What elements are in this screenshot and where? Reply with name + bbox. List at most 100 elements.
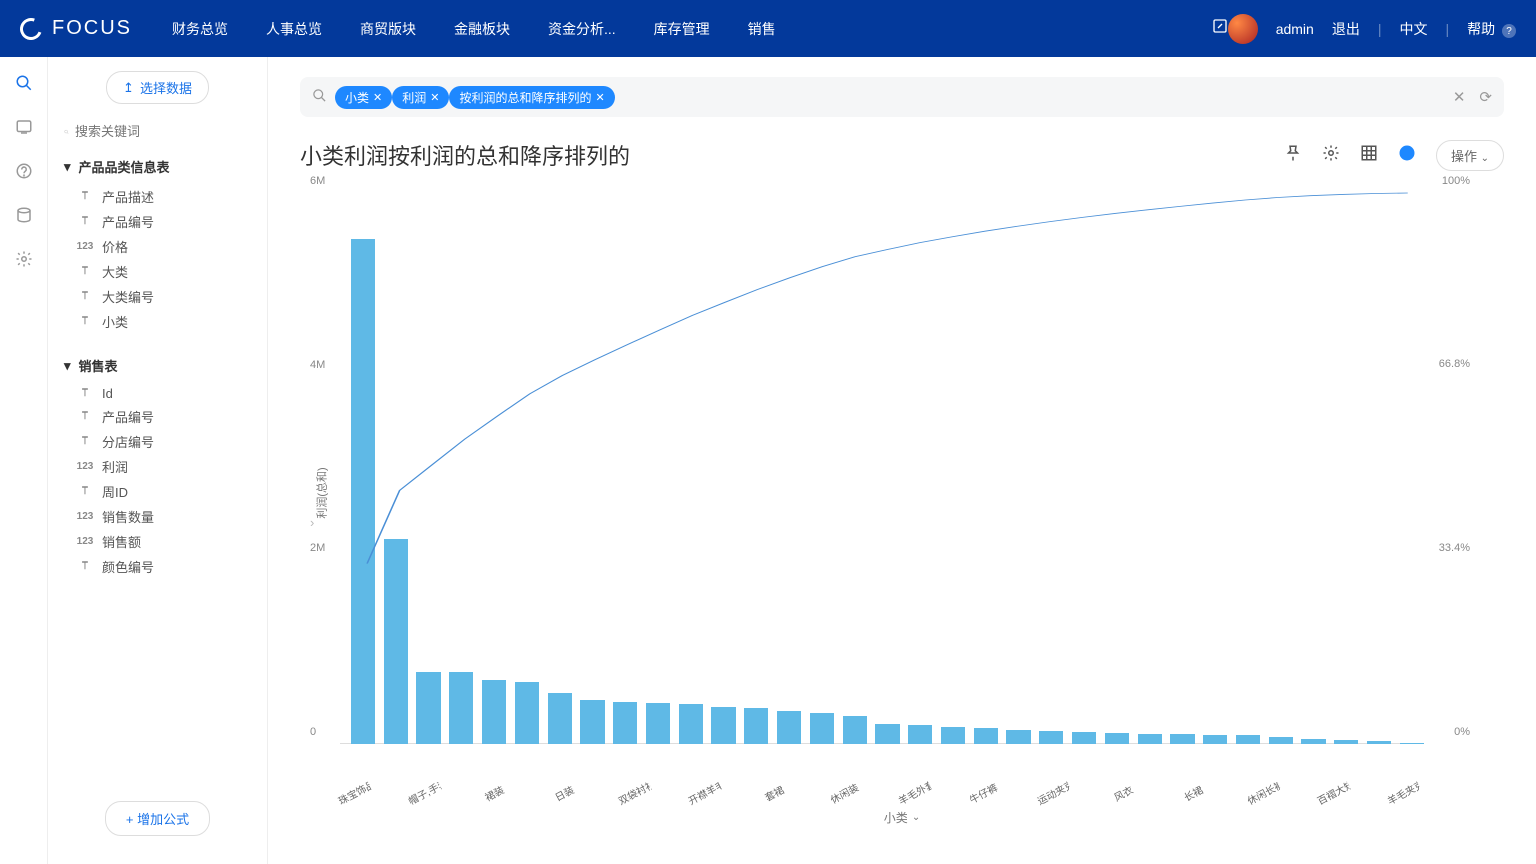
- nav-item[interactable]: 金融板块: [454, 19, 510, 39]
- close-icon[interactable]: ✕: [373, 91, 382, 104]
- tree-field[interactable]: ⟙产品编号: [64, 404, 251, 429]
- select-data-button[interactable]: ↥ 选择数据: [106, 71, 209, 104]
- query-chip[interactable]: 利润 ✕: [392, 86, 449, 109]
- data-rail-icon[interactable]: [14, 205, 34, 225]
- brand-text: FOCUS: [52, 17, 132, 40]
- tree-field[interactable]: 123价格: [64, 234, 251, 259]
- search-rail-icon[interactable]: [14, 73, 34, 93]
- y-tick: 4M: [310, 359, 325, 371]
- x-tick-label: 日装: [545, 778, 583, 808]
- tree-field[interactable]: ⟙大类: [64, 259, 251, 284]
- logout-link[interactable]: 退出: [1332, 19, 1360, 39]
- chevron-down-icon: ⌄: [1481, 153, 1489, 164]
- table-icon[interactable]: [1360, 144, 1378, 167]
- chart-toolbar: 操作 ⌄: [1284, 140, 1504, 171]
- x-tick-label: 羊毛外套: [895, 778, 933, 808]
- x-axis-title[interactable]: 小类 ⌄: [884, 809, 920, 826]
- x-tick-label: 开襟羊毛衫...: [685, 778, 723, 808]
- right-tick: 33.4%: [1439, 542, 1470, 554]
- nav-item[interactable]: 财务总览: [172, 19, 228, 39]
- x-labels: 珠宝饰品帽子,手套...裙装日装双袋衬衫开襟羊毛衫...套裙休闲装羊毛外套牛仔裤…: [340, 779, 1424, 794]
- y-tick: 2M: [310, 542, 325, 554]
- tree-field[interactable]: ⟙颜色编号: [64, 554, 251, 579]
- nav-item[interactable]: 资金分析...: [548, 19, 616, 39]
- refresh-icon[interactable]: ⟳: [1479, 88, 1492, 106]
- add-formula-button[interactable]: + 增加公式: [105, 801, 210, 836]
- main-area: 小类 ✕利润 ✕按利润的总和降序排列的 ✕ ✕ ⟳ 小类利润按利润的总和降序排列…: [268, 57, 1536, 864]
- x-tick-label: [1279, 778, 1317, 808]
- separator: |: [1378, 21, 1382, 37]
- x-tick-label: [720, 778, 758, 808]
- tree-field[interactable]: 123销售额: [64, 529, 251, 554]
- y-axis-label: 利润(总和): [314, 467, 330, 518]
- avatar[interactable]: [1228, 14, 1258, 44]
- nav-item[interactable]: 库存管理: [654, 19, 710, 39]
- nav-item[interactable]: 销售: [748, 19, 776, 39]
- close-icon[interactable]: ✕: [595, 91, 604, 104]
- gear-icon[interactable]: [1322, 144, 1340, 167]
- tree-field[interactable]: ⟙产品描述: [64, 184, 251, 209]
- nav-item[interactable]: 商贸版块: [360, 19, 416, 39]
- right-tick: 0%: [1454, 726, 1470, 738]
- x-tick-label: 休闲装: [825, 778, 863, 808]
- brand-logo: FOCUS: [20, 17, 132, 40]
- x-tick-label: [440, 778, 478, 808]
- clear-query-icon[interactable]: ✕: [1453, 88, 1466, 106]
- chart-type-icon[interactable]: [1398, 144, 1416, 167]
- tree-field[interactable]: ⟙产品编号: [64, 209, 251, 234]
- chevron-down-icon: ⌄: [912, 812, 920, 823]
- title-row: 小类利润按利润的总和降序排列的 操作 ⌄: [300, 139, 1504, 171]
- x-tick-label: [790, 778, 828, 808]
- header-right: admin 退出 | 中文 | 帮助 ?: [1228, 14, 1516, 44]
- edit-nav-icon[interactable]: [1212, 18, 1228, 39]
- x-tick-label: 百褶大短裤...: [1314, 778, 1352, 808]
- username[interactable]: admin: [1276, 21, 1314, 37]
- tree-group-header[interactable]: ▾销售表: [64, 356, 251, 375]
- tree-field[interactable]: 123利润: [64, 454, 251, 479]
- tree-field[interactable]: ⟙Id: [64, 383, 251, 404]
- pin-icon[interactable]: [1284, 144, 1302, 167]
- x-tick-label: [510, 778, 548, 808]
- field-type-icon: ⟙: [76, 291, 94, 302]
- field-type-icon: ⟙: [76, 216, 94, 227]
- tree-group-header[interactable]: ▾产品品类信息表: [64, 157, 251, 176]
- caret-icon: ▾: [64, 159, 71, 175]
- board-rail-icon[interactable]: [14, 117, 34, 137]
- field-type-icon: 123: [76, 536, 94, 547]
- close-icon[interactable]: ✕: [430, 91, 439, 104]
- field-search[interactable]: [64, 118, 251, 145]
- left-rail: [0, 57, 48, 864]
- query-chip[interactable]: 按利润的总和降序排列的 ✕: [449, 86, 614, 109]
- x-tick-label: 裙装: [475, 778, 513, 808]
- right-tick: 100%: [1442, 175, 1470, 187]
- query-chip[interactable]: 小类 ✕: [335, 86, 392, 109]
- upload-icon: ↥: [123, 80, 134, 96]
- tree-field[interactable]: 123销售数量: [64, 504, 251, 529]
- tree-field[interactable]: ⟙小类: [64, 309, 251, 334]
- x-tick-label: 运动夹克: [1034, 778, 1072, 808]
- settings-rail-icon[interactable]: [14, 249, 34, 269]
- tree-field[interactable]: ⟙周ID: [64, 479, 251, 504]
- x-tick-label: 长裙: [1174, 778, 1212, 808]
- chart-title: 小类利润按利润的总和降序排列的: [300, 139, 1284, 171]
- x-tick-label: 双袋衬衫: [615, 778, 653, 808]
- logo-icon: [16, 14, 45, 43]
- query-bar[interactable]: 小类 ✕利润 ✕按利润的总和降序排列的 ✕ ✕ ⟳: [300, 77, 1504, 117]
- nav-item[interactable]: 人事总览: [266, 19, 322, 39]
- lang-link[interactable]: 中文: [1399, 19, 1427, 39]
- x-tick-label: [860, 778, 898, 808]
- tree-field[interactable]: ⟙大类编号: [64, 284, 251, 309]
- help-rail-icon[interactable]: [14, 161, 34, 181]
- help-icon: ?: [1502, 24, 1516, 38]
- x-tick-label: [1349, 778, 1387, 808]
- field-search-input[interactable]: [75, 124, 251, 139]
- field-type-icon: ⟙: [76, 561, 94, 572]
- field-type-icon: ⟙: [76, 316, 94, 327]
- field-type-icon: ⟙: [76, 266, 94, 277]
- help-link[interactable]: 帮助 ?: [1467, 19, 1516, 39]
- x-tick-label: 羊毛夹克: [1384, 778, 1422, 808]
- tree-field[interactable]: ⟙分店编号: [64, 429, 251, 454]
- field-type-icon: ⟙: [76, 486, 94, 497]
- field-type-icon: 123: [76, 461, 94, 472]
- operations-button[interactable]: 操作 ⌄: [1436, 140, 1504, 171]
